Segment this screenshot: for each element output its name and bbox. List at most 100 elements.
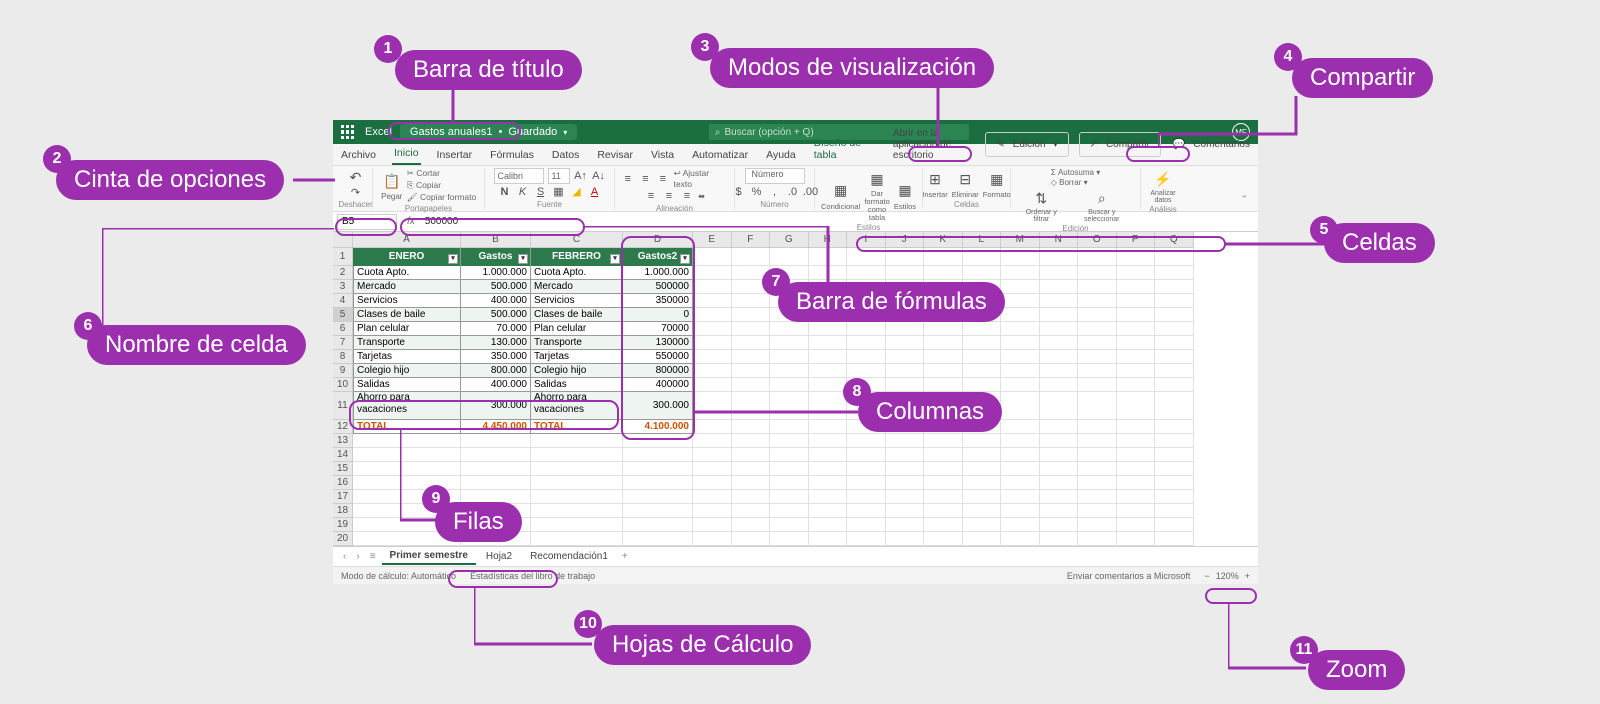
filter-dropdown-icon[interactable]: ▾ <box>518 254 528 264</box>
cell-a3[interactable]: Mercado <box>353 280 461 294</box>
cell-styles-button[interactable]: ▦Estilos <box>894 180 916 211</box>
document-title[interactable]: Gastos anuales1 • Guardado ▾ <box>400 124 577 140</box>
row-header-19[interactable]: 19 <box>333 518 353 532</box>
cell-d3[interactable]: 500000 <box>623 280 693 294</box>
open-desktop-link[interactable]: Abrir en la aplicación de escritorio <box>891 124 975 165</box>
row-header-1[interactable]: 1 <box>333 248 353 266</box>
copy-button[interactable]: ⎘ Copiar <box>407 180 476 191</box>
cell-a6[interactable]: Plan celular <box>353 322 461 336</box>
cell-d10[interactable]: 400000 <box>623 378 693 392</box>
row-header-15[interactable]: 15 <box>333 462 353 476</box>
fx-icon[interactable]: fx <box>401 216 421 227</box>
percent-icon[interactable]: % <box>750 185 764 199</box>
cell-d12[interactable]: 4.100.000 <box>623 420 693 434</box>
decrease-font-icon[interactable]: A↓ <box>592 169 606 183</box>
undo-icon[interactable]: ↶ <box>345 168 367 186</box>
row-header-14[interactable]: 14 <box>333 448 353 462</box>
collapse-ribbon-icon[interactable]: ⌃ <box>1236 190 1252 209</box>
cell-c7[interactable]: Transporte <box>531 336 623 350</box>
cell-b6[interactable]: 70.000 <box>461 322 531 336</box>
name-box[interactable]: B5 <box>337 214 397 230</box>
col-header-O[interactable]: O <box>1078 232 1117 248</box>
tab-diseno-tabla[interactable]: Diseño de tabla <box>812 133 877 165</box>
font-selector[interactable]: Calibri <box>494 168 544 184</box>
tab-automatizar[interactable]: Automatizar <box>690 145 750 165</box>
wrap-text-button[interactable]: ↩ Ajustar texto <box>674 168 728 189</box>
row-header-16[interactable]: 16 <box>333 476 353 490</box>
align-bot-icon[interactable]: ≡ <box>656 172 670 186</box>
tab-inicio[interactable]: Inicio <box>392 143 421 165</box>
cell-d7[interactable]: 130000 <box>623 336 693 350</box>
currency-icon[interactable]: $ <box>732 185 746 199</box>
col-header-G[interactable]: G <box>770 232 809 248</box>
autosum-button[interactable]: Σ Autosuma ▾ <box>1051 168 1100 177</box>
col-header-A[interactable]: A <box>353 232 461 248</box>
filter-dropdown-icon[interactable]: ▾ <box>610 254 620 264</box>
spreadsheet-grid[interactable]: ABCDEFGHIJKLMNOPQ1ENERO▾Gastos▾FEBRERO▾G… <box>333 232 1258 546</box>
row-header-20[interactable]: 20 <box>333 532 353 546</box>
cell-a9[interactable]: Colegio hijo <box>353 364 461 378</box>
insert-cells-button[interactable]: ⊞Insertar <box>922 168 947 199</box>
cell-a11[interactable]: Ahorro para vacaciones <box>353 392 461 420</box>
row-header-13[interactable]: 13 <box>333 434 353 448</box>
format-table-button[interactable]: ▦Dar formato como tabla <box>864 168 890 222</box>
cell-a12[interactable]: TOTAL <box>353 420 461 434</box>
col-header-B[interactable]: B <box>461 232 531 248</box>
cell-b8[interactable]: 350.000 <box>461 350 531 364</box>
zoom-control[interactable]: − 120% + <box>1204 571 1250 581</box>
row-header-9[interactable]: 9 <box>333 364 353 378</box>
row-header-17[interactable]: 17 <box>333 490 353 504</box>
tab-datos[interactable]: Datos <box>550 145 581 165</box>
tab-formulas[interactable]: Fórmulas <box>488 145 536 165</box>
increase-font-icon[interactable]: A↑ <box>574 169 588 183</box>
col-header-N[interactable]: N <box>1040 232 1079 248</box>
col-header-L[interactable]: L <box>963 232 1002 248</box>
cell-c10[interactable]: Salidas <box>531 378 623 392</box>
cell-b9[interactable]: 800.000 <box>461 364 531 378</box>
col-header-Q[interactable]: Q <box>1155 232 1194 248</box>
col-header-H[interactable]: H <box>809 232 848 248</box>
font-color-icon[interactable]: A <box>588 185 602 199</box>
cell-d8[interactable]: 550000 <box>623 350 693 364</box>
sheet-tab-1[interactable]: Primer semestre <box>382 548 476 565</box>
col-header-E[interactable]: E <box>693 232 732 248</box>
cut-button[interactable]: ✂ Cortar <box>407 168 476 179</box>
cell-c12[interactable]: TOTAL <box>531 420 623 434</box>
col-header-K[interactable]: K <box>924 232 963 248</box>
table-header-b[interactable]: Gastos▾ <box>461 248 531 266</box>
cell-b3[interactable]: 500.000 <box>461 280 531 294</box>
share-button[interactable]: ↗ Compartir <box>1079 132 1161 157</box>
align-right-icon[interactable]: ≡ <box>680 189 694 203</box>
col-header-F[interactable]: F <box>732 232 771 248</box>
feedback-link[interactable]: Enviar comentarios a Microsoft <box>1067 571 1191 581</box>
underline-icon[interactable]: S <box>534 185 548 199</box>
sheet-nav-next-icon[interactable]: › <box>352 551 363 562</box>
row-header-6[interactable]: 6 <box>333 322 353 336</box>
cell-c8[interactable]: Tarjetas <box>531 350 623 364</box>
row-header-18[interactable]: 18 <box>333 504 353 518</box>
table-header-c[interactable]: FEBRERO▾ <box>531 248 623 266</box>
row-header-2[interactable]: 2 <box>333 266 353 280</box>
bold-icon[interactable]: N <box>498 185 512 199</box>
sheet-list-icon[interactable]: ≡ <box>366 551 380 562</box>
row-header-5[interactable]: 5 <box>333 308 353 322</box>
formula-bar[interactable]: 500000 <box>421 216 1258 227</box>
tab-archivo[interactable]: Archivo <box>339 145 378 165</box>
comments-button[interactable]: 💬 Comentarios <box>1171 135 1252 154</box>
cell-a8[interactable]: Tarjetas <box>353 350 461 364</box>
conditional-format-button[interactable]: ▦Condicional <box>821 180 860 211</box>
tab-ayuda[interactable]: Ayuda <box>764 145 798 165</box>
cell-c4[interactable]: Servicios <box>531 294 623 308</box>
filter-dropdown-icon[interactable]: ▾ <box>448 254 458 264</box>
cell-b10[interactable]: 400.000 <box>461 378 531 392</box>
cell-c2[interactable]: Cuota Apto. <box>531 266 623 280</box>
clear-button[interactable]: ◇ Borrar ▾ <box>1051 178 1088 187</box>
fill-color-icon[interactable]: ◢ <box>570 185 584 199</box>
row-header-12[interactable]: 12 <box>333 420 353 434</box>
row-header-7[interactable]: 7 <box>333 336 353 350</box>
col-header-P[interactable]: P <box>1117 232 1156 248</box>
cell-d6[interactable]: 70000 <box>623 322 693 336</box>
tab-insertar[interactable]: Insertar <box>435 145 475 165</box>
cell-b2[interactable]: 1.000.000 <box>461 266 531 280</box>
col-header-C[interactable]: C <box>531 232 623 248</box>
